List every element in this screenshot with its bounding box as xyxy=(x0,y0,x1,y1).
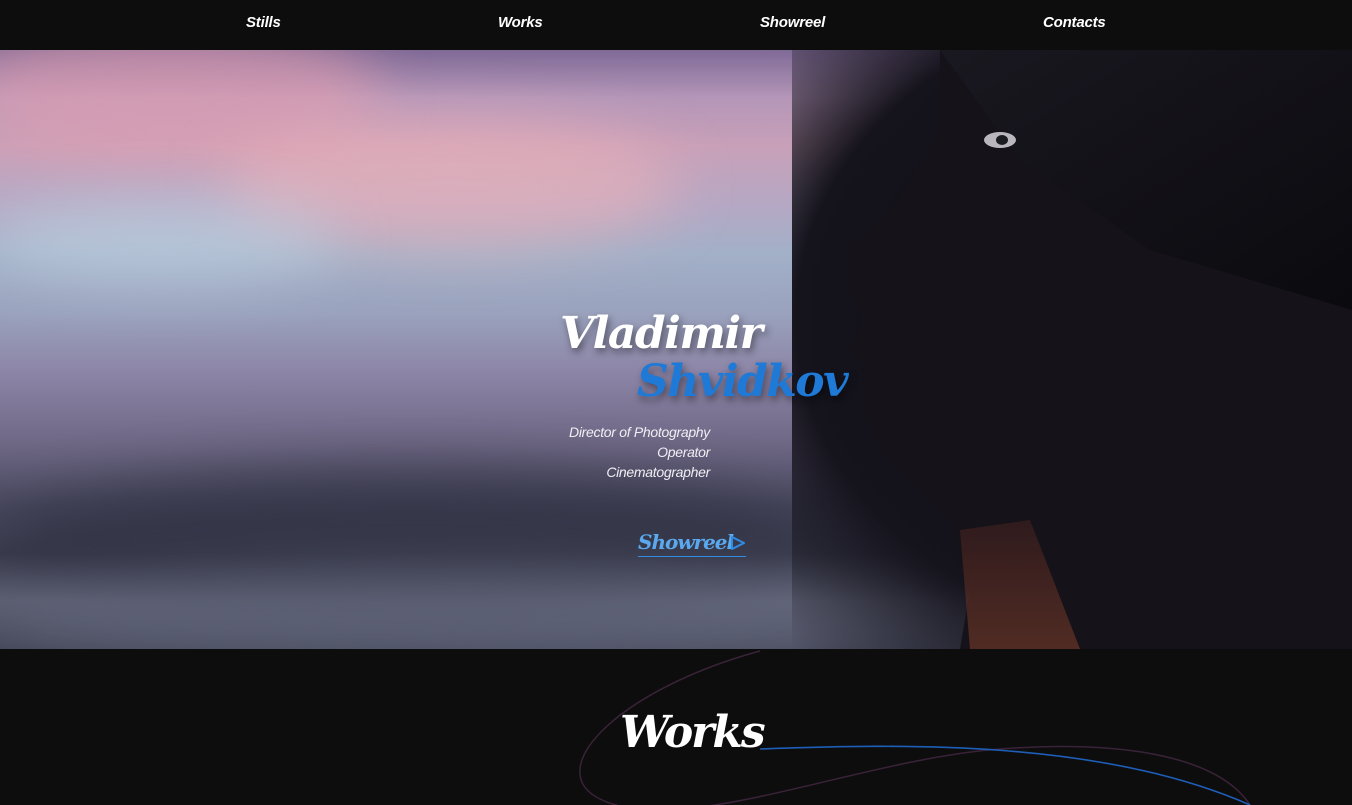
nav-item-works[interactable]: Works xyxy=(498,14,543,31)
portrait-profile xyxy=(845,50,1352,649)
works-title: Works xyxy=(620,707,766,758)
role-operator: Operator xyxy=(657,444,710,460)
nav-item-stills[interactable]: Stills xyxy=(246,14,281,31)
hero-section: Vladimir Shvidkov Director of Photograph… xyxy=(0,50,1352,649)
nav-item-showreel[interactable]: Showreel xyxy=(760,14,825,31)
showreel-label: Showreel xyxy=(638,530,734,554)
role-director: Director of Photography xyxy=(569,424,710,440)
hero-last-name: Shvidkov xyxy=(637,356,849,407)
top-nav: Stills Works Showreel Contacts xyxy=(0,0,1352,50)
works-section: Works xyxy=(0,649,1352,805)
hero-first-name: Vladimir xyxy=(560,308,763,359)
play-icon xyxy=(731,536,745,550)
sky-cloud xyxy=(0,200,340,280)
role-cinematographer: Cinematographer xyxy=(606,464,710,480)
nav-item-contacts[interactable]: Contacts xyxy=(1043,14,1106,31)
roles-list: Director of Photography Operator Cinemat… xyxy=(540,422,710,482)
showreel-button[interactable]: Showreel xyxy=(638,530,746,557)
